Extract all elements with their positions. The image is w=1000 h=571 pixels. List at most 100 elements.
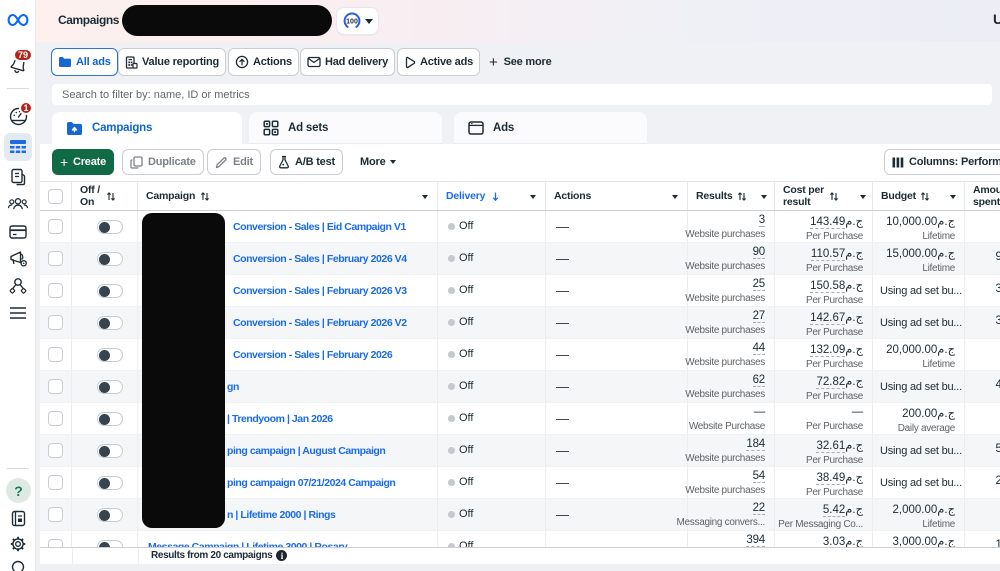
edit-button[interactable]: Edit	[207, 149, 261, 175]
campaign-toggle-off[interactable]	[97, 412, 123, 426]
more-button[interactable]: More	[353, 149, 403, 175]
create-button[interactable]: + Create	[52, 149, 114, 175]
results-value[interactable]: 27	[685, 310, 765, 322]
top-right-clipped-button[interactable]: Update	[993, 11, 1000, 27]
campaign-link[interactable]: Conversion - Sales | February 2026	[233, 349, 392, 361]
filter-value-reporting[interactable]: Value reporting	[118, 48, 226, 76]
filter-actions[interactable]: Actions	[228, 48, 299, 76]
row-checkbox[interactable]	[48, 411, 63, 426]
filter-all-ads[interactable]: All ads	[51, 48, 118, 76]
meta-logo[interactable]	[0, 10, 36, 30]
campaign-link[interactable]: | Trendyoom | Jan 2026	[227, 413, 333, 425]
news-item[interactable]	[0, 508, 36, 528]
cost-value[interactable]: 38.49ج.م	[806, 470, 863, 484]
campaign-toggle-off[interactable]	[97, 284, 123, 298]
campaign-toggle-off[interactable]	[97, 380, 123, 394]
column-menu-caret[interactable]	[860, 195, 866, 199]
filter-active-ads[interactable]: Active ads	[397, 48, 480, 76]
row-checkbox[interactable]	[48, 315, 63, 330]
results-value[interactable]: 3	[685, 214, 765, 226]
campaigns-nav-item[interactable]	[0, 138, 36, 156]
campaign-link[interactable]: ping campaign | August Campaign	[227, 445, 385, 457]
row-checkbox[interactable]	[48, 283, 63, 298]
results-value[interactable]: 44	[685, 342, 765, 354]
column-menu-caret[interactable]	[422, 195, 428, 199]
info-icon[interactable]: i	[276, 550, 287, 561]
row-checkbox[interactable]	[48, 379, 63, 394]
help-button[interactable]: ?	[6, 478, 31, 503]
row-checkbox[interactable]	[48, 507, 63, 522]
row-checkbox[interactable]	[48, 475, 63, 490]
cost-value[interactable]: —	[806, 406, 863, 418]
filter-see-more[interactable]: + See more	[489, 48, 552, 76]
header-off-on[interactable]: Off /On	[72, 182, 138, 210]
header-campaign[interactable]: Campaign	[138, 182, 438, 210]
cost-value[interactable]: 5.42ج.م	[778, 502, 863, 516]
header-budget[interactable]: Budget	[873, 182, 965, 210]
results-value[interactable]: 184	[685, 438, 765, 450]
cost-value[interactable]: 110.57ج.م	[806, 246, 863, 260]
column-menu-caret[interactable]	[761, 195, 767, 199]
row-checkbox[interactable]	[48, 347, 63, 362]
cost-value[interactable]: 3.03ج.م	[778, 534, 863, 548]
audiences-item[interactable]	[0, 194, 36, 214]
cost-value[interactable]: 143.49ج.م	[806, 214, 863, 228]
ads-settings-item[interactable]	[0, 248, 36, 269]
campaign-toggle-off[interactable]	[97, 508, 123, 522]
cost-value[interactable]: 150.58ج.م	[806, 278, 863, 292]
search-input[interactable]: Search to filter by: name, ID or metrics	[52, 84, 992, 105]
column-menu-caret[interactable]	[950, 195, 956, 199]
duplicate-button[interactable]: Duplicate	[122, 149, 204, 175]
select-all-checkbox[interactable]	[48, 189, 63, 204]
settings-item[interactable]	[0, 534, 36, 554]
campaign-toggle-off[interactable]	[97, 444, 123, 458]
header-actions[interactable]: Actions	[546, 182, 688, 210]
account-selector-redacted[interactable]	[122, 5, 332, 36]
results-value[interactable]: 90	[685, 246, 765, 258]
opportunity-score-button[interactable]: 100	[336, 7, 379, 35]
row-checkbox[interactable]	[48, 443, 63, 458]
header-select-all[interactable]	[40, 182, 72, 210]
cost-value[interactable]: 132.09ج.م	[806, 342, 863, 356]
campaign-link[interactable]: n | Lifetime 2000 | Rings	[227, 509, 335, 521]
ab-test-button[interactable]: A/B test	[270, 149, 343, 175]
cost-value[interactable]: 72.82ج.م	[806, 374, 863, 388]
all-tools-item[interactable]	[0, 305, 36, 321]
header-cost-per-result[interactable]: Cost perresult	[775, 182, 873, 210]
results-value[interactable]: 22	[677, 502, 766, 514]
campaign-link[interactable]: Conversion - Sales | February 2026 V2	[233, 317, 407, 329]
billing-item[interactable]	[0, 222, 36, 241]
results-value[interactable]: —	[689, 406, 765, 418]
campaign-toggle-off[interactable]	[97, 476, 123, 490]
campaign-toggle-off[interactable]	[97, 348, 123, 362]
search-tool-item[interactable]	[0, 558, 36, 571]
filter-had-delivery[interactable]: Had delivery	[300, 48, 395, 76]
campaign-toggle-off[interactable]	[97, 316, 123, 330]
ads-reporting-item[interactable]	[0, 167, 36, 187]
results-value[interactable]: 25	[685, 278, 765, 290]
row-checkbox[interactable]	[48, 219, 63, 234]
cost-value[interactable]: 32.61ج.م	[806, 438, 863, 452]
results-value[interactable]: 54	[685, 470, 765, 482]
column-menu-caret[interactable]	[672, 195, 678, 199]
assets-item[interactable]	[0, 276, 36, 297]
campaign-link[interactable]: Conversion - Sales | February 2026 V4	[233, 253, 407, 265]
column-menu-caret[interactable]	[530, 195, 536, 199]
tab-ad-sets[interactable]: Ad sets	[249, 112, 442, 144]
campaign-link[interactable]: gn	[227, 381, 239, 393]
row-checkbox[interactable]	[48, 251, 63, 266]
header-amount-spent[interactable]: Amountspent	[965, 182, 1000, 210]
cost-value[interactable]: 142.67ج.م	[806, 310, 863, 324]
columns-button[interactable]: Columns: Performance	[884, 149, 1000, 175]
tab-campaigns[interactable]: Campaigns	[52, 112, 242, 144]
campaign-link[interactable]: ping campaign 07/21/2024 Campaign	[227, 477, 395, 489]
tab-ads[interactable]: Ads	[454, 112, 647, 144]
header-results[interactable]: Results	[688, 182, 775, 210]
campaign-toggle-off[interactable]	[97, 220, 123, 234]
results-value[interactable]: 394	[677, 534, 766, 546]
campaign-link[interactable]: Conversion - Sales | February 2026 V3	[233, 285, 407, 297]
campaign-link[interactable]: Conversion - Sales | Eid Campaign V1	[233, 221, 406, 233]
results-value[interactable]: 62	[685, 374, 765, 386]
header-delivery[interactable]: Delivery	[438, 182, 546, 210]
campaign-toggle-off[interactable]	[97, 252, 123, 266]
